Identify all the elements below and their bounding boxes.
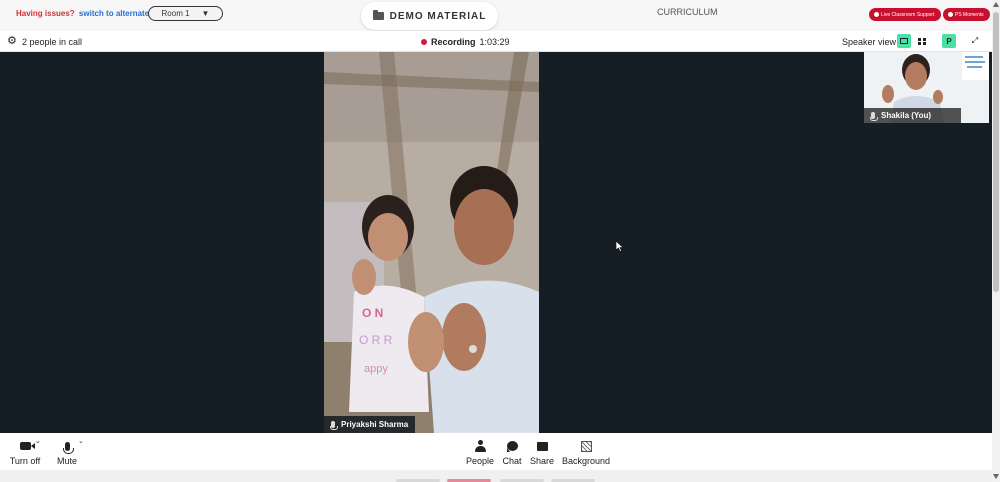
self-video-name-tag: Shakila (You) <box>864 108 961 123</box>
background-button[interactable]: Background <box>561 439 611 466</box>
people-label: People <box>465 456 495 466</box>
people-button[interactable]: People <box>465 439 495 466</box>
moments-icon <box>948 12 953 17</box>
fullscreen-icon: ⤢ <box>971 36 979 45</box>
room-select[interactable]: Room 1 ▼ <box>148 6 223 21</box>
recording-indicator: Recording 1:03:29 <box>421 37 510 47</box>
background-label: Background <box>561 456 611 466</box>
call-controls: Turn off ⌄ Mute ⌄ People Chat Share Back… <box>0 433 992 470</box>
recording-label: Recording <box>431 37 476 47</box>
svg-text:O R R: O R R <box>359 333 393 347</box>
video-stage: O N O R R appy Priyakshi Sharma Shakila … <box>0 52 992 433</box>
svg-text:appy: appy <box>364 363 388 375</box>
top-bar: Having issues? switch to alternate room … <box>0 0 992 31</box>
background-icon <box>580 439 592 453</box>
chat-button[interactable]: Chat <box>500 439 524 466</box>
curriculum-tab[interactable]: CURRICULUM <box>657 7 718 17</box>
main-participant-name: Priyakshi Sharma <box>341 420 409 429</box>
live-support-button[interactable]: Live Classroom Support <box>869 8 941 21</box>
mute-label: Mute <box>56 456 77 466</box>
demo-material-button[interactable]: DEMO MATERIAL <box>361 2 498 30</box>
scrollbar-thumb[interactable] <box>993 12 999 292</box>
microphone-icon <box>330 421 338 430</box>
recording-time: 1:03:29 <box>479 37 510 47</box>
scroll-up-icon[interactable] <box>993 2 999 7</box>
demo-material-label: DEMO MATERIAL <box>389 10 487 22</box>
view-label: Speaker view <box>842 37 897 47</box>
camera-toggle-label: Turn off <box>9 456 41 466</box>
caret-down-icon: ▼ <box>201 9 210 18</box>
support-icon <box>874 12 879 17</box>
scroll-down-icon[interactable] <box>993 474 999 479</box>
share-icon <box>536 439 548 453</box>
speaker-view-button[interactable] <box>897 34 911 48</box>
page-scrollbar[interactable] <box>992 0 1000 482</box>
main-video-tile[interactable]: O N O R R appy Priyakshi Sharma <box>324 52 539 433</box>
self-participant-name: Shakila (You) <box>881 111 932 120</box>
live-support-label: Live Classroom Support <box>881 11 935 18</box>
gear-icon[interactable]: ⚙ <box>7 36 17 47</box>
cursor-shape <box>615 240 624 252</box>
speaker-view-icon <box>900 38 908 44</box>
chat-label: Chat <box>502 456 522 466</box>
microphone-icon <box>870 112 878 121</box>
chat-icon <box>506 439 518 453</box>
participant-initial-button[interactable]: P <box>942 34 956 48</box>
main-video-name-tag: Priyakshi Sharma <box>324 416 416 433</box>
classroom-page: Having issues? switch to alternate room … <box>0 0 1000 482</box>
grid-view-button[interactable] <box>915 34 929 48</box>
share-button[interactable]: Share <box>528 439 556 466</box>
fullscreen-button[interactable]: ⤢ <box>968 34 982 48</box>
people-icon <box>474 439 486 453</box>
grid-view-icon <box>918 37 926 45</box>
share-label: Share <box>529 456 555 466</box>
ps-moments-button[interactable]: PS Moments <box>943 8 990 21</box>
issues-text: Having issues? <box>16 9 75 18</box>
camera-options-chevron-icon[interactable]: ⌄ <box>35 437 41 445</box>
main-video-feed: O N O R R appy <box>324 52 539 433</box>
camera-icon <box>19 439 31 453</box>
ps-moments-label: PS Moments <box>955 11 984 18</box>
microphone-icon <box>62 439 74 454</box>
call-header: ⚙ 2 people in call Recording 1:03:29 Spe… <box>0 31 992 52</box>
room-select-value: Room 1 <box>161 9 190 18</box>
mute-button[interactable]: Mute <box>54 439 80 466</box>
self-video-tile[interactable]: Shakila (You) <box>864 52 989 123</box>
svg-text:O N: O N <box>362 306 383 320</box>
record-icon <box>421 39 427 45</box>
bottom-strip <box>0 470 992 482</box>
people-count: 2 people in call <box>22 37 83 47</box>
mic-options-chevron-icon[interactable]: ⌄ <box>78 437 84 445</box>
folder-icon <box>372 10 384 20</box>
